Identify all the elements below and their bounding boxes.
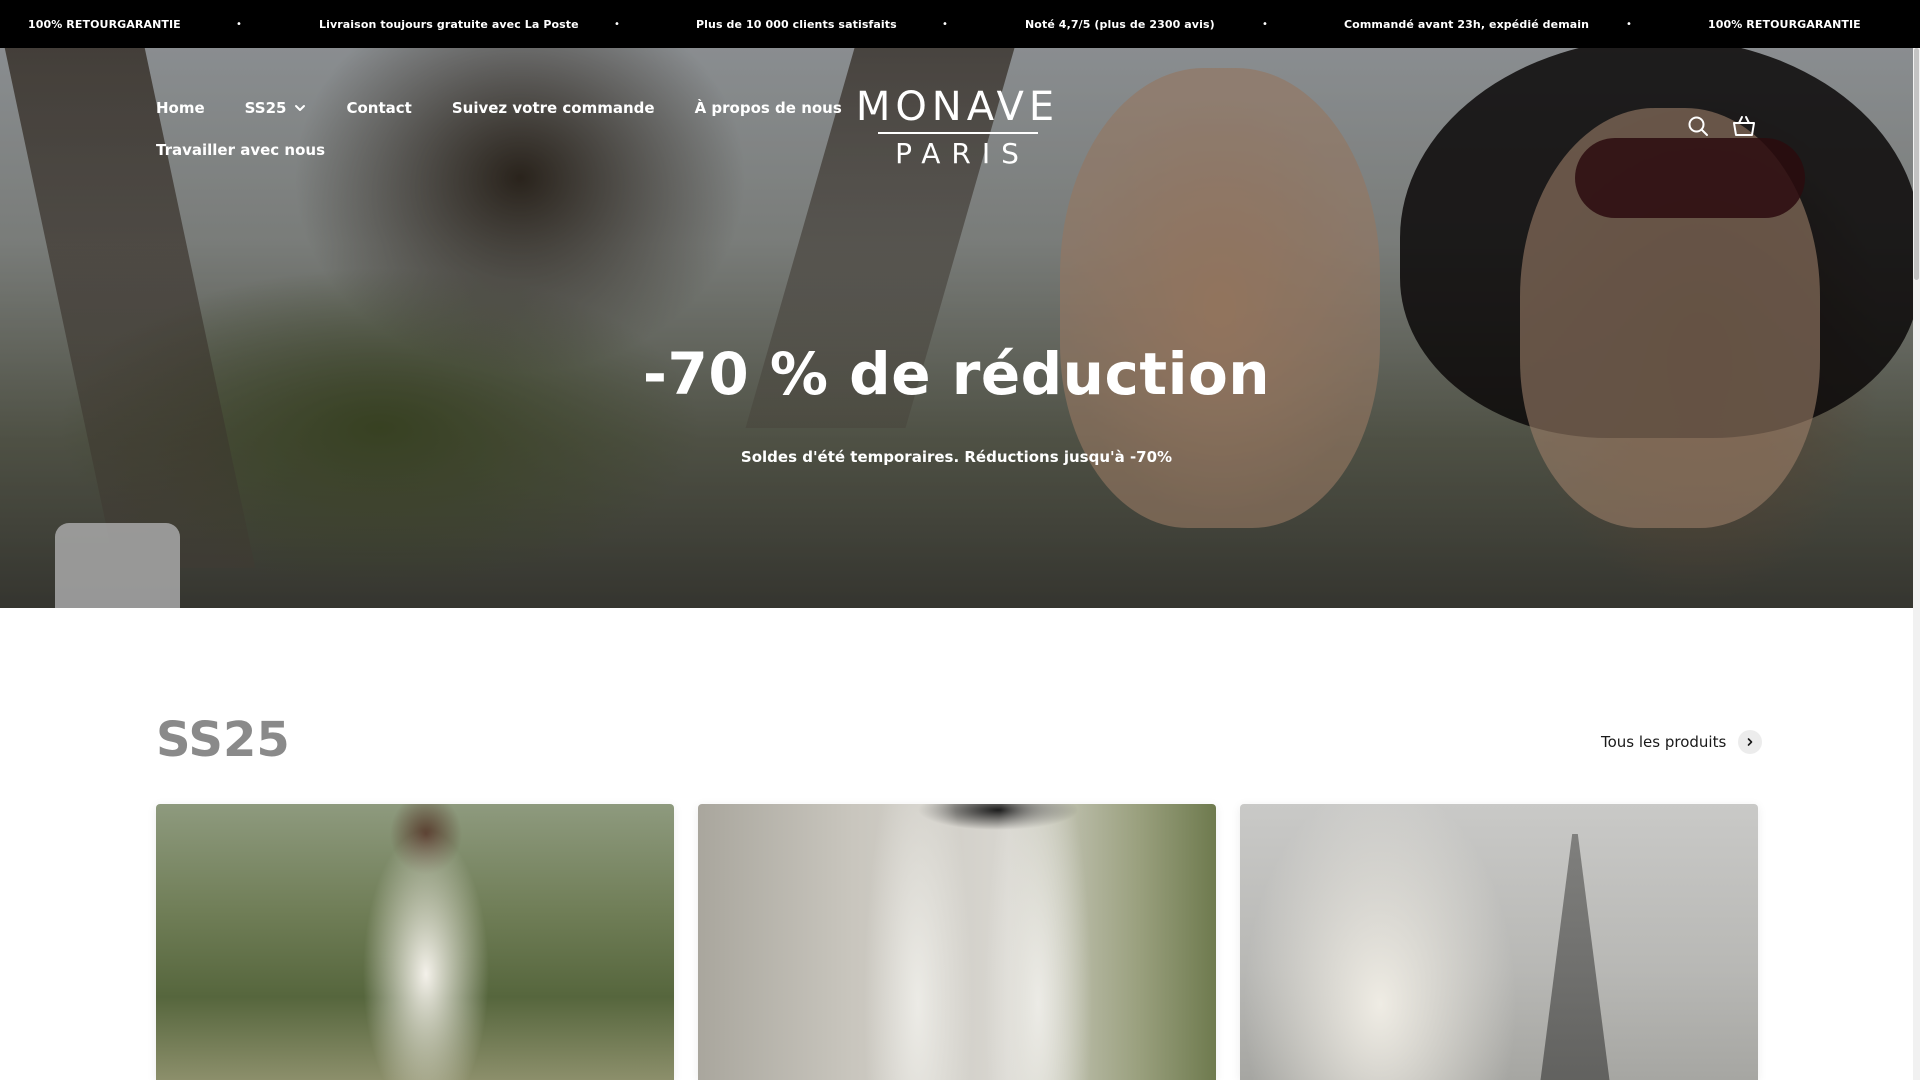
- announcement-item: 100% RETOURGARANTIE: [1708, 17, 1861, 31]
- hero-title: -70 % de réduction: [642, 340, 1271, 408]
- product-card[interactable]: [1240, 804, 1758, 1080]
- nav-home[interactable]: Home: [156, 99, 205, 117]
- logo-city: PARIS: [895, 137, 1030, 170]
- announcement-item: Livraison toujours gratuite avec La Post…: [319, 17, 579, 31]
- announcement-separator: •: [1626, 18, 1632, 30]
- logo-wordmark: MONAVE: [855, 84, 1060, 130]
- hero-subtitle: Soldes d'été temporaires. Réductions jus…: [740, 448, 1173, 466]
- product-card[interactable]: [156, 804, 674, 1080]
- logo-divider: [877, 132, 1038, 134]
- nav-careers[interactable]: Travailler avec nous: [156, 141, 325, 159]
- announcement-bar: 100% RETOURGARANTIE • Livraison toujours…: [0, 0, 1920, 48]
- announcement-item: 100% RETOURGARANTIE: [28, 17, 181, 31]
- collection-title: SS25: [156, 712, 290, 768]
- product-grid: [156, 804, 1758, 1080]
- announcement-separator: •: [1262, 18, 1268, 30]
- nav-ss25[interactable]: SS25: [245, 99, 307, 117]
- header-actions: [1686, 114, 1756, 138]
- nav-contact[interactable]: Contact: [346, 99, 411, 117]
- all-products-link[interactable]: Tous les produits: [1601, 730, 1763, 754]
- basket-icon[interactable]: [1732, 114, 1756, 138]
- chevron-down-icon: [295, 105, 306, 111]
- announcement-item: Plus de 10 000 clients satisfaits: [696, 17, 897, 31]
- product-image-tower: [1540, 834, 1610, 1080]
- chevron-right-icon: [1738, 730, 1763, 754]
- nav-track-order[interactable]: Suivez votre commande: [452, 99, 655, 117]
- brand-logo[interactable]: MONAVE PARIS: [850, 84, 1065, 170]
- search-icon[interactable]: [1686, 114, 1710, 138]
- all-products-label: Tous les produits: [1601, 733, 1727, 751]
- nav-ss25-label: SS25: [244, 99, 287, 117]
- nav-about[interactable]: À propos de nous: [695, 99, 842, 117]
- announcement-separator: •: [614, 18, 620, 30]
- announcement-separator: •: [942, 18, 948, 30]
- scrollbar-thumb[interactable]: [1914, 48, 1919, 280]
- main-nav: Home SS25 Contact Suivez votre commande …: [156, 94, 842, 164]
- announcement-item: Noté 4,7/5 (plus de 2300 avis): [1025, 17, 1215, 31]
- announcement-separator: •: [236, 18, 242, 30]
- product-card[interactable]: [698, 804, 1216, 1080]
- announcement-item: Commandé avant 23h, expédié demain: [1344, 17, 1590, 31]
